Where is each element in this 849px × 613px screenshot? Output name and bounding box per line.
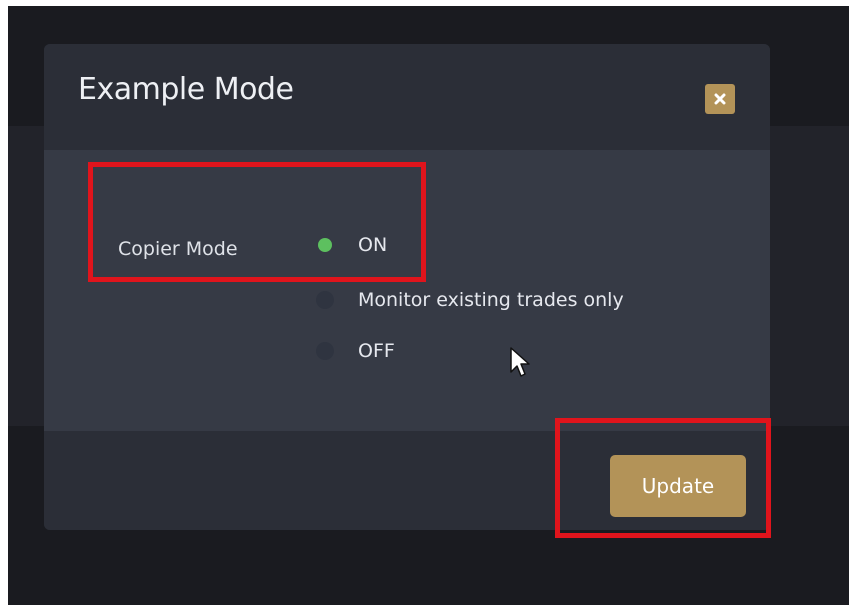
radio-option-on[interactable]: ON	[316, 234, 387, 256]
radio-selected-icon	[318, 238, 332, 252]
update-button[interactable]: Update	[610, 455, 746, 517]
radio-option-label: ON	[358, 234, 388, 256]
modal-footer: Update	[44, 431, 770, 530]
radio-option-off[interactable]: OFF	[316, 340, 395, 362]
modal-title: Example Mode	[78, 72, 294, 107]
close-button[interactable]	[705, 84, 735, 114]
radio-option-label: OFF	[358, 340, 395, 362]
radio-option-monitor[interactable]: Monitor existing trades only	[316, 289, 624, 311]
app-screen: Example Mode Copier Mode ON Monitor exis…	[8, 6, 849, 605]
modal-body: Copier Mode ON Monitor existing trades o…	[44, 150, 770, 431]
mouse-pointer-icon	[510, 347, 530, 377]
copier-mode-modal: Example Mode Copier Mode ON Monitor exis…	[44, 44, 770, 530]
radio-unselected-icon	[316, 342, 334, 360]
copier-mode-label: Copier Mode	[118, 238, 238, 260]
radio-option-label: Monitor existing trades only	[358, 289, 624, 311]
close-icon	[714, 93, 726, 105]
modal-header: Example Mode	[44, 44, 770, 150]
radio-unselected-icon	[316, 291, 334, 309]
